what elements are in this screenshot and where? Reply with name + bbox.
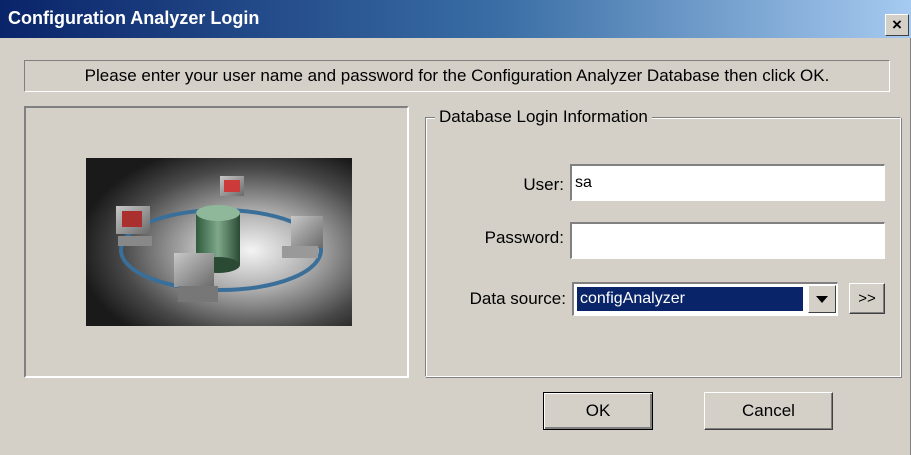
password-input[interactable] [570,222,885,259]
database-cylinder [196,205,240,221]
computer-front [174,253,218,302]
computer-left [116,206,152,246]
datasource-select[interactable]: configAnalyzer [572,282,838,316]
user-input[interactable] [570,164,885,201]
window-title: Configuration Analyzer Login [8,8,260,28]
ok-button[interactable]: OK [543,392,653,430]
cancel-button[interactable]: Cancel [704,392,833,430]
password-label: Password: [484,228,564,247]
chevron-down-icon [816,296,828,303]
datasource-selected-value: configAnalyzer [577,287,803,311]
more-button[interactable]: >> [849,283,885,314]
datasource-label: Data source: [469,289,566,308]
computer-top [220,176,244,196]
datasource-dropdown-button[interactable] [808,285,836,313]
login-dialog: Configuration Analyzer Login × Please en… [0,0,911,455]
network-illustration [86,158,352,326]
group-legend: Database Login Information [435,106,652,128]
title-bar[interactable]: Configuration Analyzer Login × [0,0,911,38]
close-icon: × [892,15,902,34]
close-button[interactable]: × [885,14,909,36]
instruction-text: Please enter your user name and password… [24,60,890,92]
network-illustration-svg [86,158,352,326]
image-panel [24,106,409,378]
user-label: User: [523,175,564,194]
